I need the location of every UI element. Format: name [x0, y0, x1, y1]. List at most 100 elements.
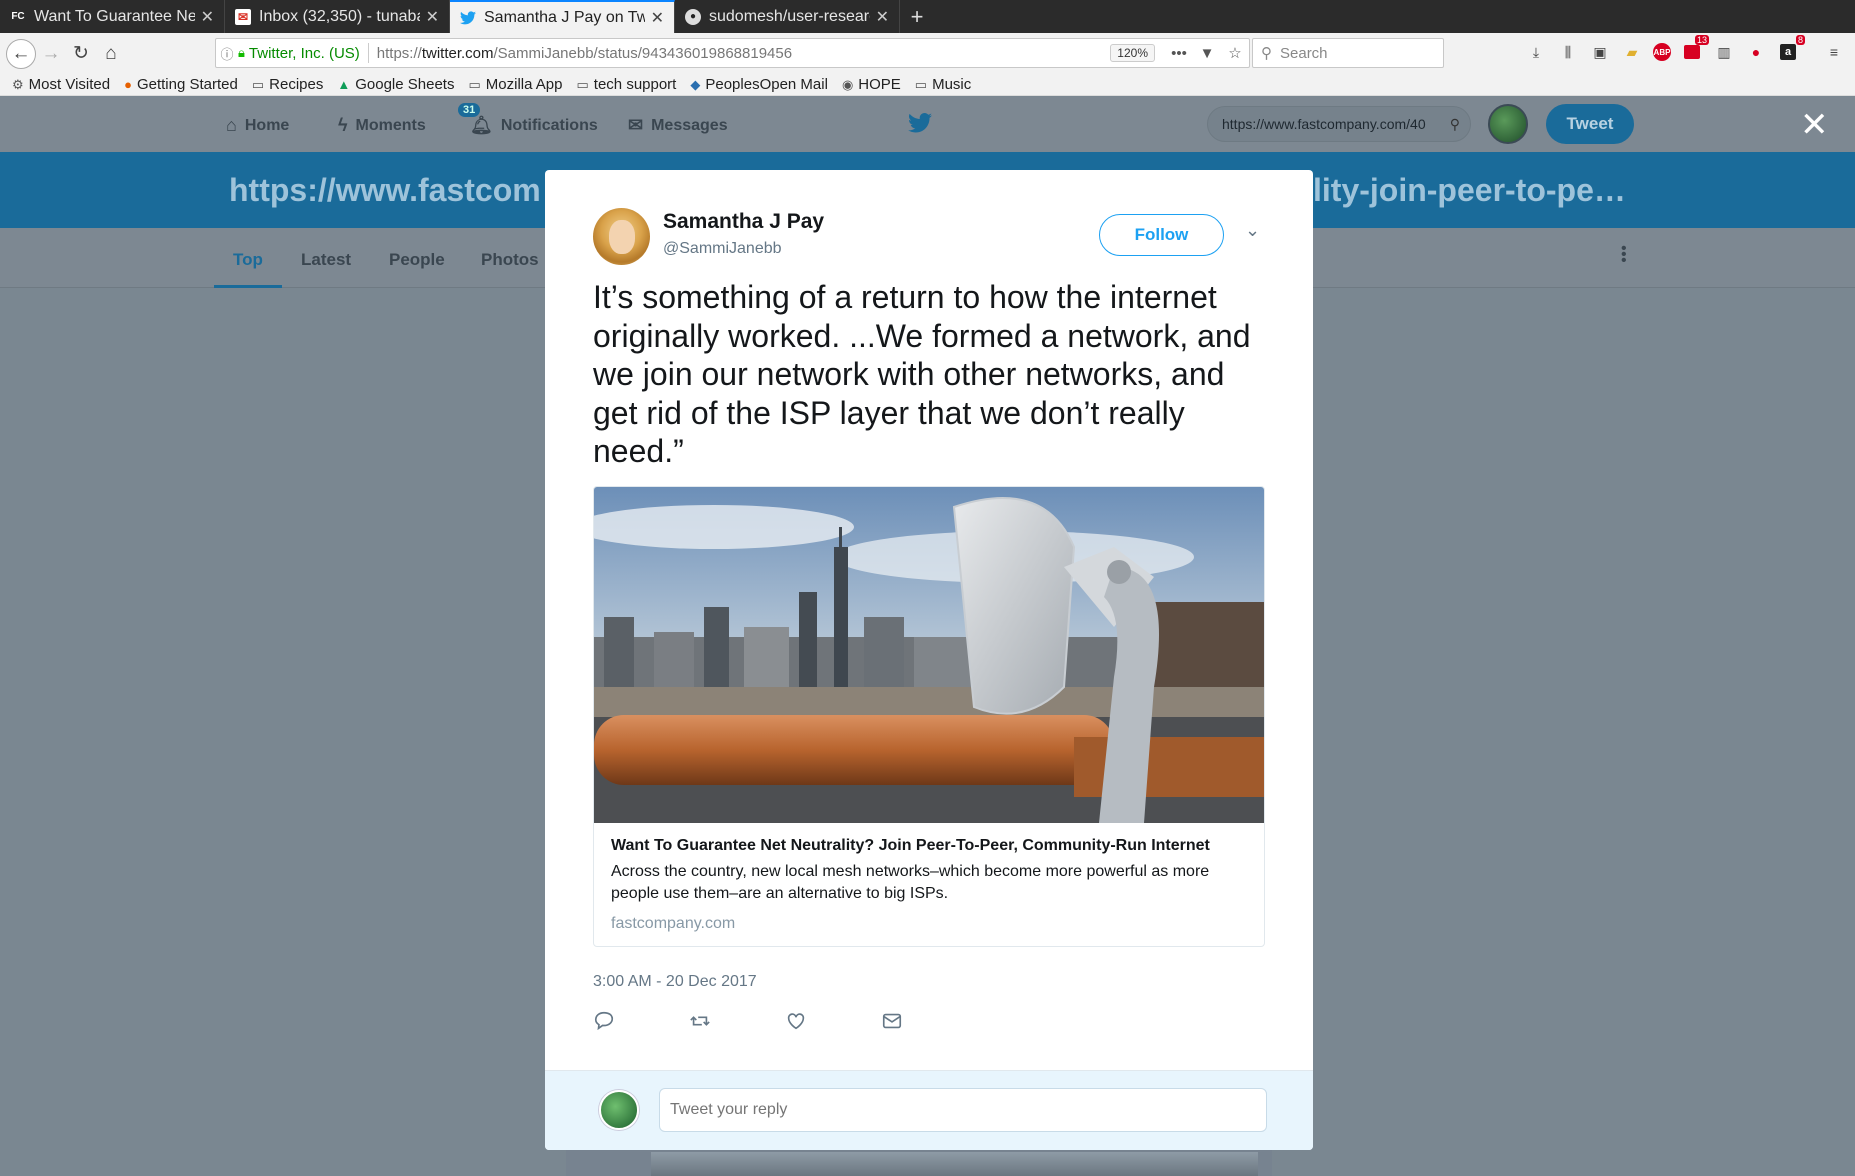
home-icon: ⌂ [226, 115, 237, 135]
bookmark-label: Mozilla App [485, 76, 563, 93]
tab-top[interactable]: Top [233, 250, 263, 270]
info-icon[interactable]: ⓘ [216, 44, 238, 63]
nav-label: Notifications [500, 116, 598, 134]
tab-fastcompany[interactable]: FC Want To Guarantee Net N ✕ [0, 0, 225, 33]
reload-button[interactable]: ↻ [66, 39, 96, 69]
bookmark-google-sheets[interactable]: ▲ Google Sheets [337, 76, 454, 93]
gmail-icon: ✉ [235, 8, 251, 25]
folder-icon: ▭ [468, 76, 481, 92]
nav-messages[interactable]: ✉ Messages [628, 115, 728, 136]
retweet-button[interactable] [689, 1010, 785, 1037]
author-name[interactable]: Samantha J Pay [663, 210, 824, 234]
search-bar[interactable]: ⚲ Search [1252, 38, 1444, 68]
retweet-icon [690, 1016, 710, 1026]
bookmark-hope[interactable]: ◉ HOPE [842, 76, 901, 93]
tab-latest[interactable]: Latest [301, 250, 351, 270]
close-tab-icon[interactable]: ✕ [201, 7, 214, 27]
nav-moments[interactable]: ϟ Moments [338, 115, 426, 136]
folder-icon: ▭ [914, 76, 928, 92]
direct-message-button[interactable] [881, 1010, 977, 1037]
tab-title: sudomesh/user-research [709, 7, 870, 25]
fastcompany-icon: FC [11, 11, 25, 22]
chevron-down-icon[interactable]: ⌄ [1245, 220, 1260, 241]
bookmark-mozilla-app[interactable]: ▭ Mozilla App [468, 76, 562, 93]
pocket-icon[interactable]: ▼ [1193, 45, 1221, 62]
search-icon: ⚲ [1261, 45, 1272, 62]
bookmark-most-visited[interactable]: ⚙ Most Visited [12, 76, 110, 93]
amazon-icon[interactable]: a8 [1777, 35, 1805, 63]
bookmark-label: tech support [593, 76, 677, 93]
folder-icon[interactable]: ▰ [1621, 41, 1643, 63]
new-tab-button[interactable]: + [900, 0, 934, 33]
tweet-modal: Samantha J Pay @SammiJanebb Follow ⌄ It’… [545, 170, 1313, 1150]
nav-notifications[interactable]: 🔔︎ 31 Notifications [458, 103, 598, 136]
address-bar[interactable]: ⓘ 🔒︎ Twitter, Inc. (US) https://twitter.… [215, 38, 1250, 68]
twitter-search-input[interactable]: https://www.fastcompany.com/40 ⚲ [1207, 106, 1471, 142]
card-title[interactable]: Want To Guarantee Net Neutrality? Join P… [611, 837, 1210, 855]
twitter-logo-icon[interactable] [908, 113, 932, 139]
menu-icon[interactable]: ≡ [1823, 41, 1845, 63]
reply-icon [594, 1011, 614, 1031]
bookmark-getting-started[interactable]: ● Getting Started [124, 76, 238, 93]
amazon-badge: 8 [1795, 35, 1805, 45]
search-value: https://www.fastcompany.com/40 [1222, 116, 1426, 132]
background-tweet-image [651, 1152, 1258, 1176]
folder-icon: ▭ [251, 76, 265, 92]
like-button[interactable] [785, 1010, 881, 1037]
close-tab-icon[interactable]: ✕ [651, 8, 664, 28]
tab-photos[interactable]: Photos [481, 250, 539, 270]
lock-icon[interactable]: 🔒︎ [238, 45, 245, 61]
close-tab-icon[interactable]: ✕ [876, 7, 889, 27]
zoom-indicator[interactable]: 120% [1110, 44, 1155, 62]
avatar-face [609, 220, 635, 254]
close-tab-icon[interactable]: ✕ [426, 7, 439, 27]
inbox-badge: 13 [1694, 35, 1709, 45]
author-avatar[interactable] [593, 208, 650, 265]
inbox-extension-icon[interactable]: 13 [1681, 35, 1709, 63]
tweet-timestamp[interactable]: 3:00 AM - 20 Dec 2017 [593, 973, 757, 991]
pocket-extension-icon[interactable]: ● [1745, 41, 1767, 63]
adblock-icon[interactable]: ABP [1653, 43, 1671, 61]
bookmark-recipes[interactable]: ▭ Recipes [252, 76, 324, 93]
tab-github[interactable]: ● sudomesh/user-research ✕ [675, 0, 900, 33]
reply-user-avatar [599, 1090, 639, 1130]
more-options-icon[interactable]: • • • [1621, 241, 1627, 269]
compose-tweet-button[interactable]: Tweet [1546, 104, 1634, 144]
banner-text-right: lity-join-peer-to-pe… [1313, 172, 1626, 208]
close-modal-icon[interactable]: ✕ [1800, 108, 1829, 142]
screenshot-icon[interactable]: ▣ [1589, 41, 1611, 63]
author-handle[interactable]: @SammiJanebb [663, 240, 782, 258]
tab-title: Samantha J Pay on Twitt [484, 8, 645, 26]
sidebar-icon[interactable]: ▥ [1713, 41, 1735, 63]
nav-home[interactable]: ⌂ Home [226, 115, 289, 136]
reply-input[interactable] [659, 1088, 1267, 1132]
tab-twitter[interactable]: Samantha J Pay on Twitt ✕ [450, 0, 675, 33]
bookmark-label: Google Sheets [355, 76, 455, 93]
plus-icon: + [910, 3, 924, 29]
page-actions-icon[interactable]: ••• [1165, 45, 1193, 62]
tab-people[interactable]: People [389, 250, 445, 270]
bookmark-star-icon[interactable]: ☆ [1221, 44, 1249, 62]
url-domain: twitter.com [421, 44, 494, 62]
site-identity[interactable]: Twitter, Inc. (US) [249, 45, 360, 62]
bookmark-tech-support[interactable]: ▭ tech support [577, 76, 677, 93]
reply-button[interactable] [593, 1010, 689, 1037]
envelope-icon [882, 1013, 902, 1029]
arrow-right-icon: → [41, 42, 61, 64]
link-card[interactable]: Want To Guarantee Net Neutrality? Join P… [593, 486, 1265, 947]
bookmark-music[interactable]: ▭ Music [915, 76, 971, 93]
card-domain[interactable]: fastcompany.com [611, 915, 735, 933]
home-button[interactable]: ⌂ [96, 39, 126, 69]
forward-button[interactable]: → [36, 39, 66, 69]
bookmark-label: Getting Started [136, 76, 238, 93]
tab-gmail[interactable]: ✉ Inbox (32,350) - tunaban ✕ [225, 0, 450, 33]
library-icon[interactable]: ⫼ [1557, 41, 1579, 63]
user-avatar[interactable] [1488, 104, 1528, 144]
download-icon[interactable]: ⤓ [1525, 41, 1547, 63]
search-icon[interactable]: ⚲ [1450, 116, 1460, 133]
url-text[interactable]: https://twitter.com/SammiJanebb/status/9… [377, 45, 1111, 62]
back-button[interactable]: ← [6, 38, 36, 69]
follow-button[interactable]: Follow [1099, 214, 1224, 256]
bookmark-peoplesopen-mail[interactable]: ◆ PeoplesOpen Mail [690, 76, 828, 93]
twitter-bird-icon [460, 10, 476, 26]
